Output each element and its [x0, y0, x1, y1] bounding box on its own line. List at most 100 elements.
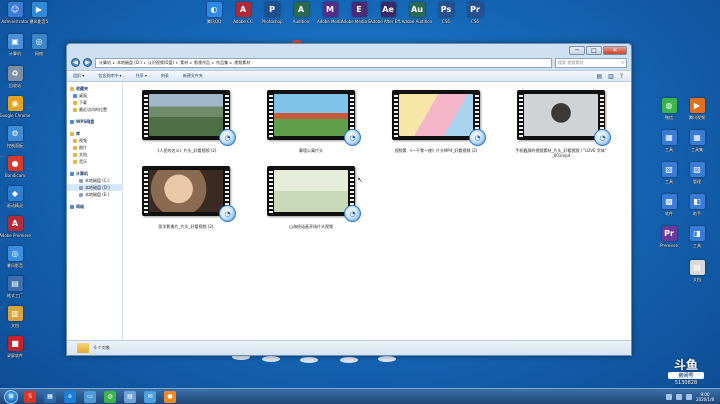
- desktop-icon-label: 格式工厂: [7, 293, 23, 298]
- desktop-icon[interactable]: Pr CS6: [457, 2, 493, 24]
- nav-item-label: 桌面: [79, 92, 87, 98]
- desktop-icon[interactable]: ⚙ 控制面板: [0, 126, 33, 148]
- desktop-icon[interactable]: A Adobe Premiere: [0, 216, 33, 238]
- breadcrumb-separator-icon: ▸: [190, 60, 193, 65]
- nav-item[interactable]: 本地磁盘 (D:): [67, 184, 122, 191]
- nav-item[interactable]: 视频: [67, 137, 122, 144]
- clock[interactable]: 9:00 2020/1/8: [696, 392, 714, 402]
- desktop-icon[interactable]: ◨ 工具: [679, 226, 715, 248]
- share-button[interactable]: 共享 ▾: [136, 73, 147, 79]
- taskbar-app-icon[interactable]: ●: [164, 390, 176, 403]
- nav-folder-icon: [79, 192, 83, 197]
- film-strip: [143, 93, 148, 137]
- breadcrumb-segment[interactable]: 计算机: [99, 60, 111, 66]
- taskbar-app-icon[interactable]: ▭: [84, 390, 96, 403]
- desktop-icon[interactable]: ◉ Google Chrome: [0, 96, 33, 118]
- include-in-library-button[interactable]: 包含到库中 ▾: [98, 73, 121, 79]
- nav-item-label: 本地磁盘 (C:): [85, 177, 110, 183]
- breadcrumb-segment[interactable]: 本地磁盘 (D:): [117, 60, 142, 66]
- desktop-icon[interactable]: ♻ 回收站: [0, 66, 33, 88]
- search-input[interactable]: 搜索 视频素材 ⚲: [555, 57, 627, 68]
- desktop-icon[interactable]: ▥ 文档: [0, 306, 33, 328]
- nav-item[interactable]: 本地磁盘 (C:): [67, 177, 122, 184]
- nav-item[interactable]: 本地磁盘 (E:): [67, 191, 122, 198]
- desktop-icon[interactable]: ▨ 管理: [679, 162, 715, 184]
- taskbar-app-icon[interactable]: ◍: [104, 390, 116, 403]
- desktop-icon-label: 助手: [693, 211, 701, 216]
- taskbar-app-icon[interactable]: ✉: [144, 390, 156, 403]
- view-icon[interactable]: ▤: [596, 73, 602, 80]
- organize-button[interactable]: 组织 ▾: [73, 73, 84, 79]
- nav-item[interactable]: 音乐: [67, 158, 122, 165]
- breadcrumb-segment[interactable]: 影视作品: [194, 60, 210, 66]
- desktop-icon[interactable]: ▦ 工具集: [679, 130, 715, 152]
- nav-item[interactable]: 网络: [67, 203, 122, 210]
- back-button[interactable]: ◀: [71, 58, 80, 67]
- video-file[interactable]: ◔ 《人民的名义》片头_好看视频 (2): [131, 90, 241, 160]
- breadcrumb-segment[interactable]: 素材: [180, 60, 188, 66]
- app-icon: ▦: [689, 130, 705, 145]
- network-icon[interactable]: [666, 393, 673, 400]
- nav-item[interactable]: WPS网盘: [67, 118, 122, 125]
- video-file[interactable]: ◔ 视频素 《一千零一夜》片头MP4_好看视频 (2): [381, 90, 491, 160]
- breadcrumb-segment[interactable]: 认识视频(D盘): [148, 60, 174, 66]
- burn-button[interactable]: 刻录: [161, 73, 169, 79]
- nav-item[interactable]: 库: [67, 130, 122, 137]
- navigation-pane: 收藏夹 桌面 下载 最近访问的位置 WPS网盘库视频 图片 文档 音乐计算机 本地磁盘 (C:)…: [67, 82, 123, 340]
- nav-item[interactable]: 图片: [67, 144, 122, 151]
- desktop-icon[interactable]: ◧ 助手: [679, 194, 715, 216]
- search-icon: ⚲: [621, 60, 624, 65]
- explorer-window[interactable]: ─ □ ✕ ◀ ▶ 计算机 ▸ 本地磁盘 (D:) ▸ 认识视频(D盘) ▸ 素材 ▸ 影视作品…: [66, 43, 632, 356]
- desktop-icon[interactable]: ■ 录屏软件: [0, 336, 33, 358]
- forward-button[interactable]: ▶: [83, 58, 92, 67]
- desktop-icon-label: Adobe CC: [233, 19, 253, 24]
- breadcrumb[interactable]: 计算机 ▸ 本地磁盘 (D:) ▸ 认识视频(D盘) ▸ 素材 ▸ 影视作品 ▸ 作品集 ▸ 视频素材: [95, 57, 552, 68]
- desktop-icon-label: 网络: [35, 51, 43, 56]
- breadcrumb-segment[interactable]: 视频素材: [234, 60, 250, 66]
- taskbar-apps: S ▦ e ▭ ◍ ▤ ✉ ●: [24, 390, 176, 403]
- new-folder-button[interactable]: 新建文件夹: [183, 73, 203, 79]
- nav-item-label: 下载: [79, 99, 87, 105]
- close-button[interactable]: ✕: [603, 46, 627, 55]
- video-file[interactable]: ◔ 幕墙公寓片头: [256, 90, 366, 160]
- minimize-button[interactable]: ─: [569, 46, 585, 55]
- desktop-icon[interactable]: ◆ 驱动精灵: [0, 186, 33, 208]
- taskbar-app-icon[interactable]: ▦: [44, 390, 56, 403]
- desktop-icon-label: 驱动精灵: [7, 203, 23, 208]
- ime-icon[interactable]: [686, 393, 693, 400]
- desktop-icon[interactable]: ▤ 格式工厂: [0, 276, 33, 298]
- video-file[interactable]: ◔ 山海经动画开场片头视频: [256, 166, 366, 236]
- desktop-icon[interactable]: ◎ 网络: [21, 34, 57, 56]
- volume-icon[interactable]: [676, 393, 683, 400]
- nav-item[interactable]: 文档: [67, 151, 122, 158]
- taskbar-app-icon[interactable]: e: [64, 390, 76, 403]
- desktop-icon-label: 暴风影音: [7, 263, 23, 268]
- video-file[interactable]: ◔ 医学影像片_片头_好看视频 (2): [131, 166, 241, 236]
- nav-item[interactable]: 计算机: [67, 170, 122, 177]
- nav-item-label: 最近访问的位置: [79, 106, 107, 112]
- desktop-icon[interactable]: ▶ 暴风影音5: [21, 2, 57, 24]
- film-strip: [518, 93, 523, 137]
- preview-pane-icon[interactable]: ▥: [608, 73, 614, 80]
- nav-item-label: 音乐: [79, 158, 87, 164]
- desktop-icon[interactable]: ▶ 腾讯视频: [679, 98, 715, 120]
- start-button[interactable]: ⊞: [4, 389, 18, 404]
- desktop-icon-label: 工具集: [691, 147, 703, 152]
- video-thumbnail: ◔: [267, 90, 361, 146]
- breadcrumb-segment[interactable]: 作品集: [216, 60, 228, 66]
- app-icon: ◎: [7, 246, 23, 261]
- nav-item[interactable]: 最近访问的位置: [67, 106, 122, 113]
- desktop-icon[interactable]: ▤ 文档: [679, 260, 715, 282]
- desktop-icon[interactable]: ◎ 暴风影音: [0, 246, 33, 268]
- nav-item[interactable]: 收藏夹: [67, 85, 122, 92]
- desktop-icon-label: CS6: [442, 19, 450, 24]
- video-file[interactable]: ◔ 手机截屏的视频素材_片头_好看视频 / "LOVE 字体" _001mp4: [506, 90, 616, 160]
- nav-item[interactable]: 桌面: [67, 92, 122, 99]
- maximize-button[interactable]: □: [586, 46, 602, 55]
- taskbar-app-icon[interactable]: ▤: [124, 390, 136, 403]
- desktop-icon[interactable]: ● Bandicam: [0, 156, 33, 178]
- help-icon[interactable]: ?: [620, 73, 623, 80]
- taskbar-app-icon[interactable]: S: [24, 390, 36, 403]
- app-icon: A: [235, 2, 251, 17]
- nav-item[interactable]: 下载: [67, 99, 122, 106]
